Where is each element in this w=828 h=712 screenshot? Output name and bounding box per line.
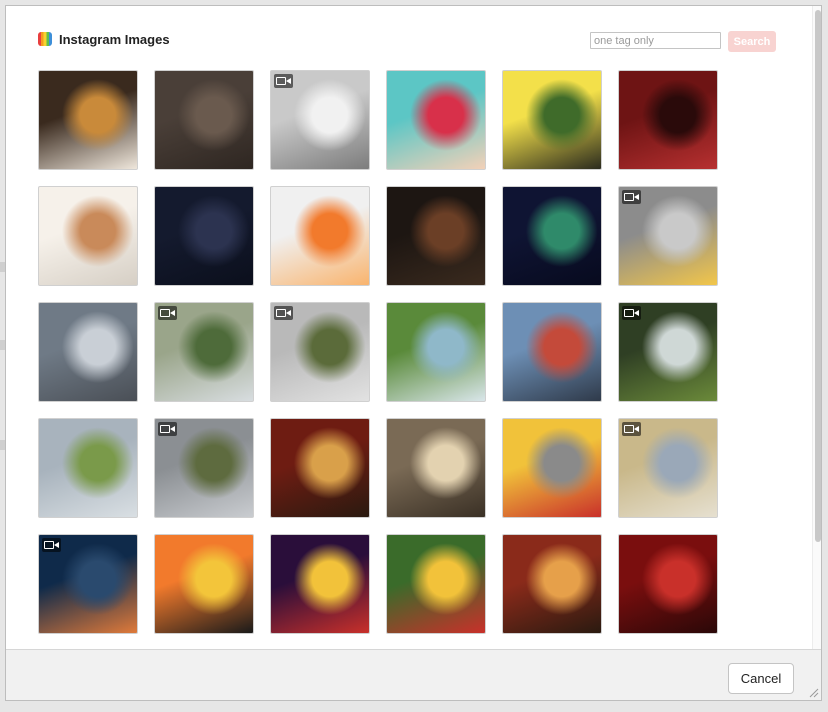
video-camera-icon bbox=[274, 306, 293, 320]
instagram-images-dialog: Instagram Images Search Cancel bbox=[5, 5, 822, 701]
tag-search-input[interactable] bbox=[590, 32, 721, 49]
image-thumbnail[interactable] bbox=[618, 302, 718, 402]
image-thumbnail[interactable] bbox=[38, 302, 138, 402]
image-thumbnail[interactable] bbox=[270, 302, 370, 402]
dialog-footer: Cancel bbox=[6, 649, 821, 700]
resize-grip-icon[interactable] bbox=[807, 686, 819, 698]
image-thumbnail[interactable] bbox=[618, 418, 718, 518]
image-thumbnail[interactable] bbox=[154, 186, 254, 286]
image-thumbnail[interactable] bbox=[386, 534, 486, 634]
image-thumbnail[interactable] bbox=[386, 418, 486, 518]
image-thumbnail[interactable] bbox=[38, 70, 138, 170]
image-thumbnail[interactable] bbox=[154, 70, 254, 170]
image-thumbnail[interactable] bbox=[154, 418, 254, 518]
image-thumbnail[interactable] bbox=[270, 418, 370, 518]
image-thumbnail[interactable] bbox=[502, 418, 602, 518]
image-thumbnail[interactable] bbox=[618, 186, 718, 286]
video-camera-icon bbox=[622, 190, 641, 204]
cancel-button[interactable]: Cancel bbox=[728, 663, 794, 694]
image-thumbnail[interactable] bbox=[154, 302, 254, 402]
image-thumbnail[interactable] bbox=[502, 186, 602, 286]
image-thumbnail[interactable] bbox=[270, 186, 370, 286]
instagram-logo-icon bbox=[38, 32, 52, 46]
video-camera-icon bbox=[622, 306, 641, 320]
image-thumbnail[interactable] bbox=[618, 534, 718, 634]
image-thumbnail[interactable] bbox=[502, 70, 602, 170]
video-camera-icon bbox=[42, 538, 61, 552]
image-thumbnail[interactable] bbox=[502, 534, 602, 634]
dialog-header: Instagram Images bbox=[38, 30, 170, 48]
scrollbar[interactable] bbox=[812, 6, 821, 649]
image-thumbnail[interactable] bbox=[386, 186, 486, 286]
image-thumbnail[interactable] bbox=[38, 418, 138, 518]
image-thumbnail[interactable] bbox=[386, 302, 486, 402]
image-thumbnail[interactable] bbox=[618, 70, 718, 170]
video-camera-icon bbox=[158, 306, 177, 320]
dialog-title: Instagram Images bbox=[59, 31, 170, 47]
scrollbar-thumb[interactable] bbox=[815, 10, 821, 542]
video-camera-icon bbox=[158, 422, 177, 436]
search-button[interactable]: Search bbox=[728, 31, 776, 52]
image-thumbnail[interactable] bbox=[270, 70, 370, 170]
image-thumbnail[interactable] bbox=[386, 70, 486, 170]
video-camera-icon bbox=[274, 74, 293, 88]
video-camera-icon bbox=[622, 422, 641, 436]
image-thumbnail[interactable] bbox=[38, 186, 138, 286]
image-thumbnail[interactable] bbox=[270, 534, 370, 634]
image-thumbnail[interactable] bbox=[38, 534, 138, 634]
image-thumbnail[interactable] bbox=[502, 302, 602, 402]
image-thumbnail[interactable] bbox=[154, 534, 254, 634]
